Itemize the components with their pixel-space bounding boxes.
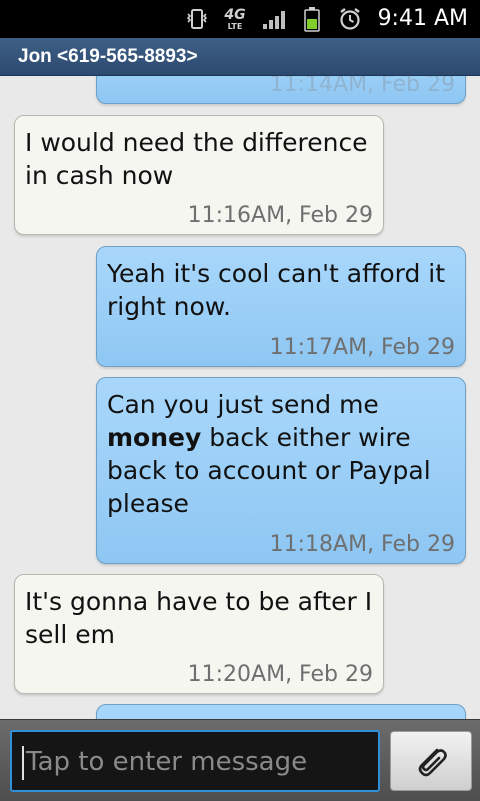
message-bubble-outgoing[interactable]: Can you just send me money back either w… bbox=[96, 377, 466, 564]
message-input-placeholder: Tap to enter message bbox=[26, 747, 308, 777]
lte-4g-icon: 4G LTE bbox=[220, 0, 250, 38]
message-bubble-incoming[interactable]: I would need the difference in cash now … bbox=[14, 115, 384, 235]
message-timestamp: 11:20AM, Feb 29 bbox=[187, 662, 373, 687]
battery-icon bbox=[302, 0, 322, 38]
message-bubble-outgoing[interactable]: Yeah it's cool can't afford it right now… bbox=[96, 246, 466, 367]
message-text-bold: money bbox=[107, 423, 202, 452]
network-type-label: 4G bbox=[224, 6, 246, 23]
message-composer: Tap to enter message bbox=[0, 719, 480, 801]
message-text: It's gonna have to be after I sell em bbox=[25, 587, 373, 649]
vibrate-icon bbox=[184, 0, 210, 38]
text-cursor bbox=[22, 746, 24, 780]
network-subtype-label: LTE bbox=[227, 21, 243, 31]
signal-icon bbox=[260, 0, 290, 38]
contact-name: Jon <619-565-8893> bbox=[18, 46, 198, 67]
message-list[interactable]: 11:14AM, Feb 29 I would need the differe… bbox=[0, 76, 480, 719]
status-bar: 4G LTE 9:41 AM bbox=[0, 0, 480, 38]
message-timestamp: 11:18AM, Feb 29 bbox=[269, 532, 455, 557]
message-timestamp: 11:14AM, Feb 29 bbox=[269, 76, 455, 97]
message-timestamp: 11:17AM, Feb 29 bbox=[269, 335, 455, 360]
paperclip-icon bbox=[411, 741, 451, 781]
message-input[interactable]: Tap to enter message bbox=[10, 730, 380, 792]
message-text: Can you just send me money back either w… bbox=[107, 388, 452, 520]
message-bubble-incoming[interactable]: It's gonna have to be after I sell em 11… bbox=[14, 574, 384, 694]
message-text-part: Can you just send me bbox=[107, 390, 379, 419]
attach-button[interactable] bbox=[390, 731, 472, 791]
message-bubble-outgoing[interactable] bbox=[96, 704, 466, 719]
alarm-icon bbox=[336, 0, 364, 38]
conversation-header: Jon <619-565-8893> bbox=[0, 38, 480, 76]
message-timestamp: 11:16AM, Feb 29 bbox=[187, 203, 373, 228]
message-bubble-outgoing[interactable]: 11:14AM, Feb 29 bbox=[96, 76, 466, 104]
clock: 9:41 AM bbox=[377, 6, 468, 31]
message-text: I would need the difference in cash now bbox=[25, 128, 368, 190]
message-text: Yeah it's cool can't afford it right now… bbox=[107, 259, 446, 321]
